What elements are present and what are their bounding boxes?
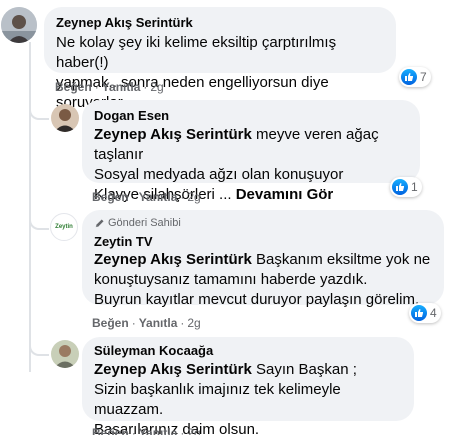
- separator: ·: [180, 316, 185, 330]
- separator: ·: [131, 190, 136, 204]
- like-button[interactable]: Beğen: [55, 80, 92, 94]
- comment-bubble: Süleyman Kocaağa Zeynep Akış Serintürk S…: [82, 337, 414, 435]
- comment-author[interactable]: Süleyman Kocaağa: [94, 343, 402, 359]
- owner-tag-label: Gönderi Sahibi: [108, 217, 181, 229]
- like-reaction-icon: [401, 69, 417, 85]
- comment-bubble: Zeynep Akış Serintürk Ne kolay şey iki k…: [44, 7, 396, 111]
- author-badge: Gönderi Sahibi: [94, 216, 432, 230]
- reaction-number: 1: [411, 180, 418, 194]
- reaction-count[interactable]: 7: [399, 67, 431, 87]
- avatar[interactable]: [51, 340, 79, 368]
- thread-line: [29, 42, 31, 372]
- comment-actions: Beğen · Yanıtla · 2g: [92, 425, 201, 435]
- comment-author[interactable]: Dogan Esen: [94, 108, 408, 124]
- mention-link[interactable]: Zeynep Akış Serintürk: [94, 251, 252, 268]
- comment-text-line: Zeynep Akış Serintürk Sayın Başkan ;: [94, 360, 402, 380]
- comment-author[interactable]: Zeytin TV: [94, 234, 432, 250]
- thread-connector: [29, 212, 49, 230]
- comment-timestamp[interactable]: 2g: [187, 316, 200, 330]
- comment-text: Başkanım eksiltme yok ne: [251, 251, 431, 268]
- comment-text-line: Ne kolay şey iki kelime eksiltip çarptır…: [56, 34, 337, 71]
- mention-link[interactable]: Zeynep Akış Serintürk: [94, 361, 252, 378]
- mention-link[interactable]: Zeynep Akış Serintürk: [94, 126, 252, 143]
- thread-connector: [29, 338, 49, 356]
- comment-timestamp[interactable]: 2g: [150, 80, 163, 94]
- profile-photo-icon: [51, 340, 79, 368]
- reaction-number: 4: [430, 306, 437, 320]
- reply-button[interactable]: Yanıtla: [139, 316, 178, 330]
- thread-connector: [29, 102, 49, 120]
- reply-button[interactable]: Yanıtla: [139, 190, 178, 204]
- comment-text-line: konuştuysanız tamamını haberde yazdık.: [94, 271, 368, 288]
- separator: ·: [143, 80, 148, 94]
- comment-text-line: Zeynep Akış Serintürk meyve veren ağaç t…: [94, 125, 408, 165]
- like-button[interactable]: Beğen: [92, 316, 129, 330]
- separator: ·: [131, 426, 136, 435]
- separator: ·: [180, 426, 185, 435]
- profile-photo-icon: [51, 104, 79, 132]
- see-more-link[interactable]: Devamını Gör: [236, 186, 334, 203]
- separator: ·: [180, 190, 185, 204]
- comment-text: Sayın Başkan ;: [251, 361, 357, 378]
- comment-text-line: Sizin başkanlık imajınız tek kelimeyle m…: [94, 381, 341, 418]
- reply-button[interactable]: Yanıtla: [139, 426, 178, 435]
- like-button[interactable]: Beğen: [92, 426, 129, 435]
- comment-actions: Beğen · Yanıtla · 2g: [92, 315, 201, 331]
- profile-photo-icon: [1, 7, 37, 43]
- separator: ·: [94, 80, 99, 94]
- comment-timestamp[interactable]: 2g: [187, 426, 200, 435]
- comment-text-line: Zeynep Akış Serintürk Başkanım eksiltme …: [94, 250, 432, 270]
- reaction-number: 7: [420, 70, 427, 84]
- comment-actions: Beğen · Yanıtla · 2g: [55, 79, 164, 95]
- comment-bubble: Gönderi Sahibi Zeytin TV Zeynep Akış Ser…: [82, 210, 444, 308]
- comment-timestamp[interactable]: 2g: [187, 190, 200, 204]
- page-logo: Zeytin: [55, 224, 73, 230]
- avatar[interactable]: [1, 7, 37, 43]
- separator: ·: [131, 316, 136, 330]
- pencil-icon: [95, 218, 104, 227]
- comment-text-line: Buyrun kayıtlar mevcut duruyor paylaşın …: [94, 291, 420, 308]
- reaction-count[interactable]: 1: [390, 177, 422, 197]
- like-button[interactable]: Beğen: [92, 190, 129, 204]
- comment-actions: Beğen · Yanıtla · 2g: [92, 189, 201, 205]
- reaction-count[interactable]: 4: [409, 303, 441, 323]
- comment-text-line: Sosyal medyada ağzı olan konuşuyor: [94, 166, 344, 183]
- reply-button[interactable]: Yanıtla: [102, 80, 141, 94]
- like-reaction-icon: [411, 305, 427, 321]
- comment-author[interactable]: Zeynep Akış Serintürk: [56, 15, 384, 31]
- avatar[interactable]: Zeytin: [50, 213, 78, 241]
- like-reaction-icon: [392, 179, 408, 195]
- comment-bubble: Dogan Esen Zeynep Akış Serintürk meyve v…: [82, 100, 420, 203]
- avatar[interactable]: [51, 104, 79, 132]
